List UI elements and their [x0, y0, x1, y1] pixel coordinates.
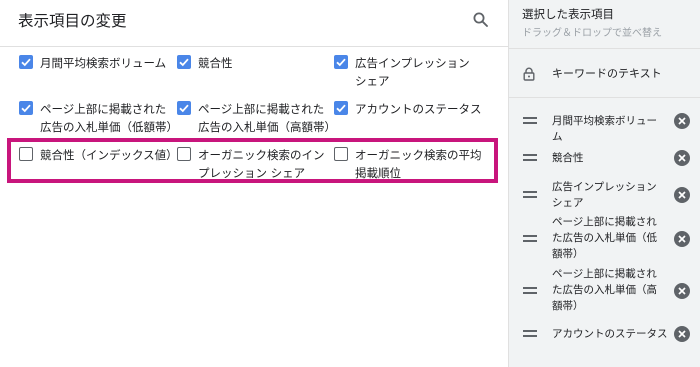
column-options-panel: 表示項目の変更 月間平均検索ボリューム 競合性 広告インプレッション シェア ペ… [0, 0, 508, 367]
drag-handle-icon[interactable] [523, 330, 537, 338]
checkbox-checked[interactable] [177, 55, 191, 69]
drag-handle-icon[interactable] [523, 191, 537, 199]
page-title: 表示項目の変更 [18, 12, 127, 30]
drag-handle-icon[interactable] [523, 287, 537, 295]
remove-icon[interactable] [674, 150, 690, 166]
checkbox-checked[interactable] [177, 101, 191, 115]
option-label: アカウントのステータス [355, 102, 482, 116]
fixed-column-label: キーワードのテキスト [552, 67, 662, 80]
checkbox-checked[interactable] [334, 101, 348, 115]
selected-item-label: 広告インプレッション シェア [552, 181, 657, 209]
drag-handle-icon[interactable] [523, 154, 537, 162]
option-label: 月間平均検索ボリューム [40, 56, 167, 70]
option-label: ページ上部に掲載された広告の入札単価（高額帯） [198, 102, 336, 134]
remove-icon[interactable] [674, 283, 690, 299]
panel-header: 表示項目の変更 [0, 0, 508, 47]
drag-handle-icon[interactable] [523, 117, 537, 125]
option-label: ページ上部に掲載された広告の入札単価（低額帯） [40, 102, 178, 134]
highlight-box [7, 138, 498, 183]
selected-panel-title: 選択した表示項目 [522, 7, 614, 21]
remove-icon[interactable] [674, 113, 690, 129]
search-icon[interactable] [472, 11, 490, 29]
selected-item-label: アカウントのステータス [552, 328, 668, 340]
remove-icon[interactable] [674, 187, 690, 203]
option-label: 広告インプレッション シェア [355, 56, 470, 88]
remove-icon[interactable] [674, 326, 690, 342]
selected-item-label: 月間平均検索ボリューム [552, 115, 657, 143]
selected-item-label: 競合性 [552, 152, 584, 164]
lock-icon [523, 66, 535, 81]
fixed-column-item: キーワードのテキスト [509, 49, 700, 98]
selected-item-label: ページ上部に掲載された広告の入札単価（低額帯） [552, 216, 657, 260]
remove-icon[interactable] [674, 231, 690, 247]
checkbox-checked[interactable] [334, 55, 348, 69]
checkbox-checked[interactable] [19, 55, 33, 69]
checkbox-checked[interactable] [19, 101, 33, 115]
selected-panel-header: 選択した表示項目 ドラッグ＆ドロップで並べ替え [509, 0, 700, 49]
option-label: 競合性 [198, 56, 233, 70]
drag-handle-icon[interactable] [523, 235, 537, 243]
selected-panel-subtitle: ドラッグ＆ドロップで並べ替え [522, 28, 662, 39]
selected-item-label: ページ上部に掲載された広告の入札単価（高額帯） [552, 268, 657, 312]
selected-columns-panel: 選択した表示項目 ドラッグ＆ドロップで並べ替え キーワードのテキスト 月間平均検… [508, 0, 700, 367]
